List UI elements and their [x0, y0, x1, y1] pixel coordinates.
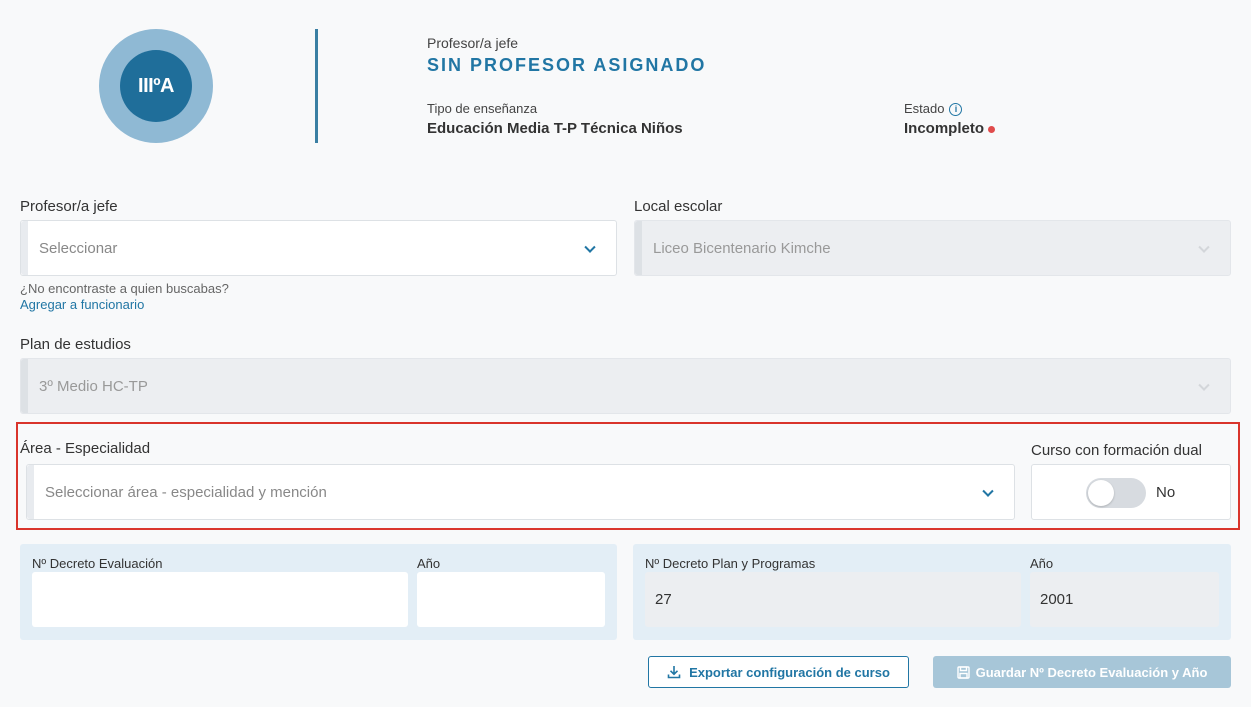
status-value: Incompleto — [904, 120, 985, 137]
header-divider — [315, 29, 318, 143]
dual-toggle-value: No — [1156, 484, 1176, 501]
dual-toggle-card: No — [1031, 464, 1231, 520]
chevron-down-icon — [584, 241, 596, 253]
chevron-down-icon — [982, 485, 994, 497]
area-select-placeholder: Seleccionar área - especialidad y menció… — [45, 483, 327, 501]
plan-field-label: Plan de estudios — [20, 336, 131, 353]
status-label-row: Estado i — [904, 101, 963, 117]
plan-year-label: Año — [1030, 556, 1054, 571]
teacher-header-value: SIN PROFESOR ASIGNADO — [427, 55, 707, 75]
school-select-value: Liceo Bicentenario Kimche — [653, 239, 831, 257]
evaluation-decree-panel: Nº Decreto Evaluación Año — [20, 544, 617, 640]
evaluation-decree-input[interactable] — [32, 572, 408, 627]
teacher-help-text: ¿No encontraste a quien buscabas? — [20, 281, 229, 296]
area-select[interactable]: Seleccionar área - especialidad y menció… — [26, 464, 1015, 520]
download-icon — [667, 666, 681, 679]
info-icon[interactable]: i — [949, 103, 963, 117]
plan-year-input: 2001 — [1030, 572, 1219, 627]
teaching-type-label: Tipo de enseñanza — [427, 101, 538, 116]
add-staff-link[interactable]: Agregar a funcionario — [20, 297, 144, 312]
teacher-select[interactable]: Seleccionar — [20, 220, 617, 276]
evaluation-decree-label: Nº Decreto Evaluación — [32, 556, 163, 571]
dual-field-label: Curso con formación dual — [1031, 442, 1202, 459]
teacher-select-placeholder: Seleccionar — [39, 239, 118, 257]
teacher-header-label: Profesor/a jefe — [427, 35, 519, 51]
chevron-down-icon — [1198, 241, 1210, 253]
plan-decree-input: 27 — [645, 572, 1021, 627]
save-decree-button[interactable]: Guardar Nº Decreto Evaluación y Año — [933, 656, 1231, 688]
school-select: Liceo Bicentenario Kimche — [634, 220, 1231, 276]
teaching-type-value: Educación Media T-P Técnica Niños — [427, 120, 683, 137]
status-label: Estado — [904, 101, 945, 116]
evaluation-year-label: Año — [417, 556, 441, 571]
teacher-field-label: Profesor/a jefe — [20, 198, 118, 215]
area-field-label: Área - Especialidad — [20, 440, 151, 457]
status-dot-icon — [988, 125, 996, 133]
evaluation-year-input[interactable] — [417, 572, 605, 627]
course-avatar: IIIºA — [99, 29, 213, 143]
course-badge: IIIºA — [120, 50, 192, 122]
plan-decree-panel: Nº Decreto Plan y Programas 27 Año 2001 — [633, 544, 1231, 640]
plan-decree-label: Nº Decreto Plan y Programas — [645, 556, 816, 571]
plan-select-value: 3º Medio HC-TP — [39, 377, 148, 395]
school-field-label: Local escolar — [634, 198, 723, 215]
export-config-button[interactable]: Exportar configuración de curso — [648, 656, 909, 688]
toggle-knob — [1088, 480, 1114, 506]
export-config-label: Exportar configuración de curso — [689, 664, 890, 680]
plan-select: 3º Medio HC-TP — [20, 358, 1231, 414]
save-icon — [956, 665, 970, 679]
dual-toggle[interactable] — [1086, 478, 1146, 508]
chevron-down-icon — [1198, 379, 1210, 391]
status-value-row: Incompleto — [904, 120, 996, 137]
save-decree-label: Guardar Nº Decreto Evaluación y Año — [975, 664, 1208, 680]
